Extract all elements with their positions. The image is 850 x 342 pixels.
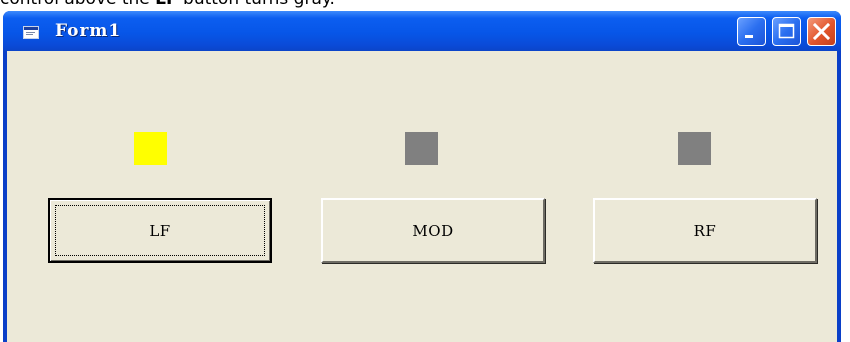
rf-button[interactable]: RF: [593, 198, 817, 263]
instruction-caption: control above the LF button turns gray.: [0, 0, 850, 11]
rf-indicator: [678, 132, 711, 165]
maximize-icon: [778, 23, 795, 39]
lf-button[interactable]: LF: [48, 198, 272, 263]
caption-text-after: button turns gray.: [178, 0, 335, 9]
form-client-area: LF MOD RF: [7, 51, 837, 342]
rf-button-label: RF: [693, 221, 717, 240]
close-button[interactable]: [807, 17, 836, 46]
window-title: Form1: [55, 21, 122, 41]
mod-button-label: MOD: [412, 221, 454, 240]
caption-text-bold: LF: [155, 0, 177, 9]
minimize-icon: [745, 35, 753, 38]
form-window: Form1 LF MOD RF: [3, 11, 841, 342]
caption-text-before: control above the: [0, 0, 155, 9]
maximize-button[interactable]: [772, 17, 801, 46]
close-icon: [812, 22, 831, 41]
lf-indicator: [134, 132, 167, 165]
mod-button[interactable]: MOD: [321, 198, 545, 263]
focus-rectangle: [55, 205, 265, 256]
title-bar[interactable]: Form1: [3, 11, 841, 51]
window-icon[interactable]: [23, 24, 39, 39]
mod-indicator: [405, 132, 438, 165]
minimize-button[interactable]: [737, 17, 766, 46]
